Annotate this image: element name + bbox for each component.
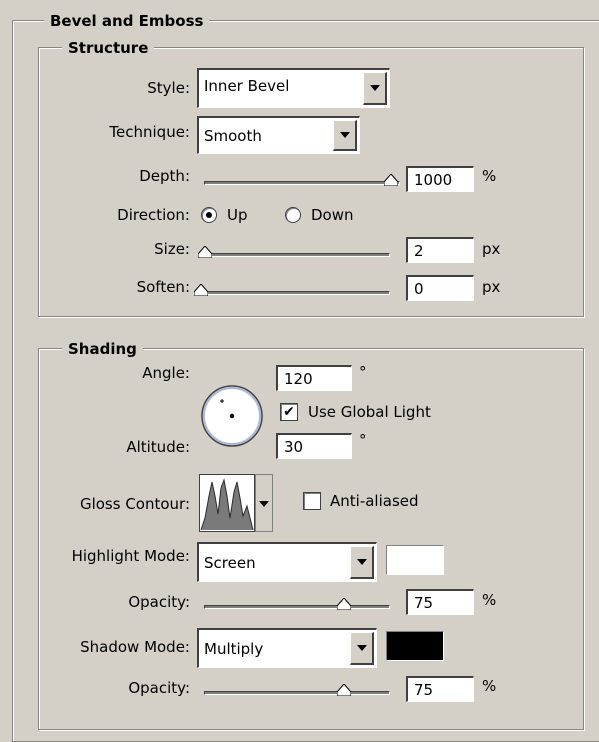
gloss-contour-label: Gloss Contour: bbox=[79, 495, 190, 513]
angle-input[interactable]: 120 bbox=[276, 365, 352, 391]
size-slider-handle[interactable] bbox=[198, 246, 212, 258]
highlight-opacity-input[interactable]: 75 bbox=[406, 589, 474, 615]
highlight-mode-label: Highlight Mode: bbox=[71, 547, 190, 565]
chevron-down-icon[interactable] bbox=[363, 72, 387, 105]
soften-unit: px bbox=[482, 278, 501, 296]
direction-down-label: Down bbox=[311, 206, 354, 224]
structure-title: Structure bbox=[62, 39, 155, 57]
depth-label: Depth: bbox=[139, 167, 190, 185]
angle-unit: ° bbox=[359, 363, 367, 381]
soften-input[interactable]: 0 bbox=[406, 275, 474, 301]
technique-dropdown[interactable]: Smooth bbox=[197, 116, 360, 154]
style-label: Style: bbox=[147, 79, 190, 97]
use-global-light-label: Use Global Light bbox=[308, 403, 431, 421]
highlight-opacity-slider[interactable] bbox=[204, 605, 390, 609]
size-slider[interactable] bbox=[204, 253, 390, 257]
depth-input[interactable]: 1000 bbox=[406, 166, 474, 192]
shading-title: Shading bbox=[62, 340, 143, 358]
highlight-color-swatch[interactable] bbox=[386, 545, 444, 575]
size-input[interactable]: 2 bbox=[406, 237, 474, 263]
direction-down-radio[interactable] bbox=[285, 207, 301, 223]
angle-dial-icon[interactable] bbox=[198, 382, 266, 450]
anti-aliased-label: Anti-aliased bbox=[330, 492, 419, 510]
highlight-opacity-label: Opacity: bbox=[128, 593, 190, 611]
shadow-color-swatch[interactable] bbox=[386, 631, 444, 661]
shadow-opacity-slider-handle[interactable] bbox=[337, 684, 351, 696]
chevron-down-icon[interactable] bbox=[333, 120, 357, 151]
highlight-opacity-slider-handle[interactable] bbox=[337, 598, 351, 610]
shadow-mode-label: Shadow Mode: bbox=[80, 638, 190, 656]
highlight-mode-value: Screen bbox=[204, 554, 256, 572]
style-dropdown[interactable]: Inner Bevel bbox=[197, 68, 390, 108]
shadow-opacity-slider[interactable] bbox=[204, 691, 390, 695]
technique-value: Smooth bbox=[204, 127, 262, 145]
soften-slider-handle[interactable] bbox=[194, 284, 208, 296]
shadow-opacity-label: Opacity: bbox=[128, 679, 190, 697]
size-label: Size: bbox=[154, 240, 190, 258]
highlight-mode-dropdown[interactable]: Screen bbox=[197, 542, 377, 582]
anti-aliased-checkbox[interactable] bbox=[303, 492, 321, 510]
chevron-down-icon[interactable] bbox=[255, 474, 273, 532]
direction-label: Direction: bbox=[117, 206, 190, 224]
size-unit: px bbox=[482, 240, 501, 258]
soften-label: Soften: bbox=[136, 278, 190, 296]
depth-slider[interactable] bbox=[204, 181, 400, 185]
contour-thumbnail-icon[interactable] bbox=[199, 474, 255, 532]
direction-up-label: Up bbox=[227, 206, 248, 224]
technique-label: Technique: bbox=[109, 123, 190, 141]
altitude-input[interactable]: 30 bbox=[276, 433, 352, 459]
depth-unit: % bbox=[482, 167, 497, 185]
use-global-light-checkbox[interactable]: ✔ bbox=[280, 403, 298, 421]
shadow-opacity-unit: % bbox=[482, 677, 497, 695]
soften-slider[interactable] bbox=[198, 291, 390, 295]
depth-slider-handle[interactable] bbox=[384, 174, 398, 186]
chevron-down-icon[interactable] bbox=[350, 546, 374, 579]
chevron-down-icon[interactable] bbox=[350, 632, 374, 665]
altitude-unit: ° bbox=[359, 431, 367, 449]
style-value: Inner Bevel bbox=[204, 77, 290, 95]
angle-label: Angle: bbox=[142, 364, 190, 382]
shadow-mode-value: Multiply bbox=[204, 640, 264, 658]
bevel-emboss-title: Bevel and Emboss bbox=[44, 12, 210, 30]
highlight-opacity-unit: % bbox=[482, 591, 497, 609]
altitude-label: Altitude: bbox=[126, 438, 190, 456]
shadow-opacity-input[interactable]: 75 bbox=[406, 676, 474, 702]
shadow-mode-dropdown[interactable]: Multiply bbox=[197, 628, 377, 668]
direction-up-radio[interactable] bbox=[201, 207, 217, 223]
gloss-contour-picker[interactable] bbox=[199, 474, 273, 532]
